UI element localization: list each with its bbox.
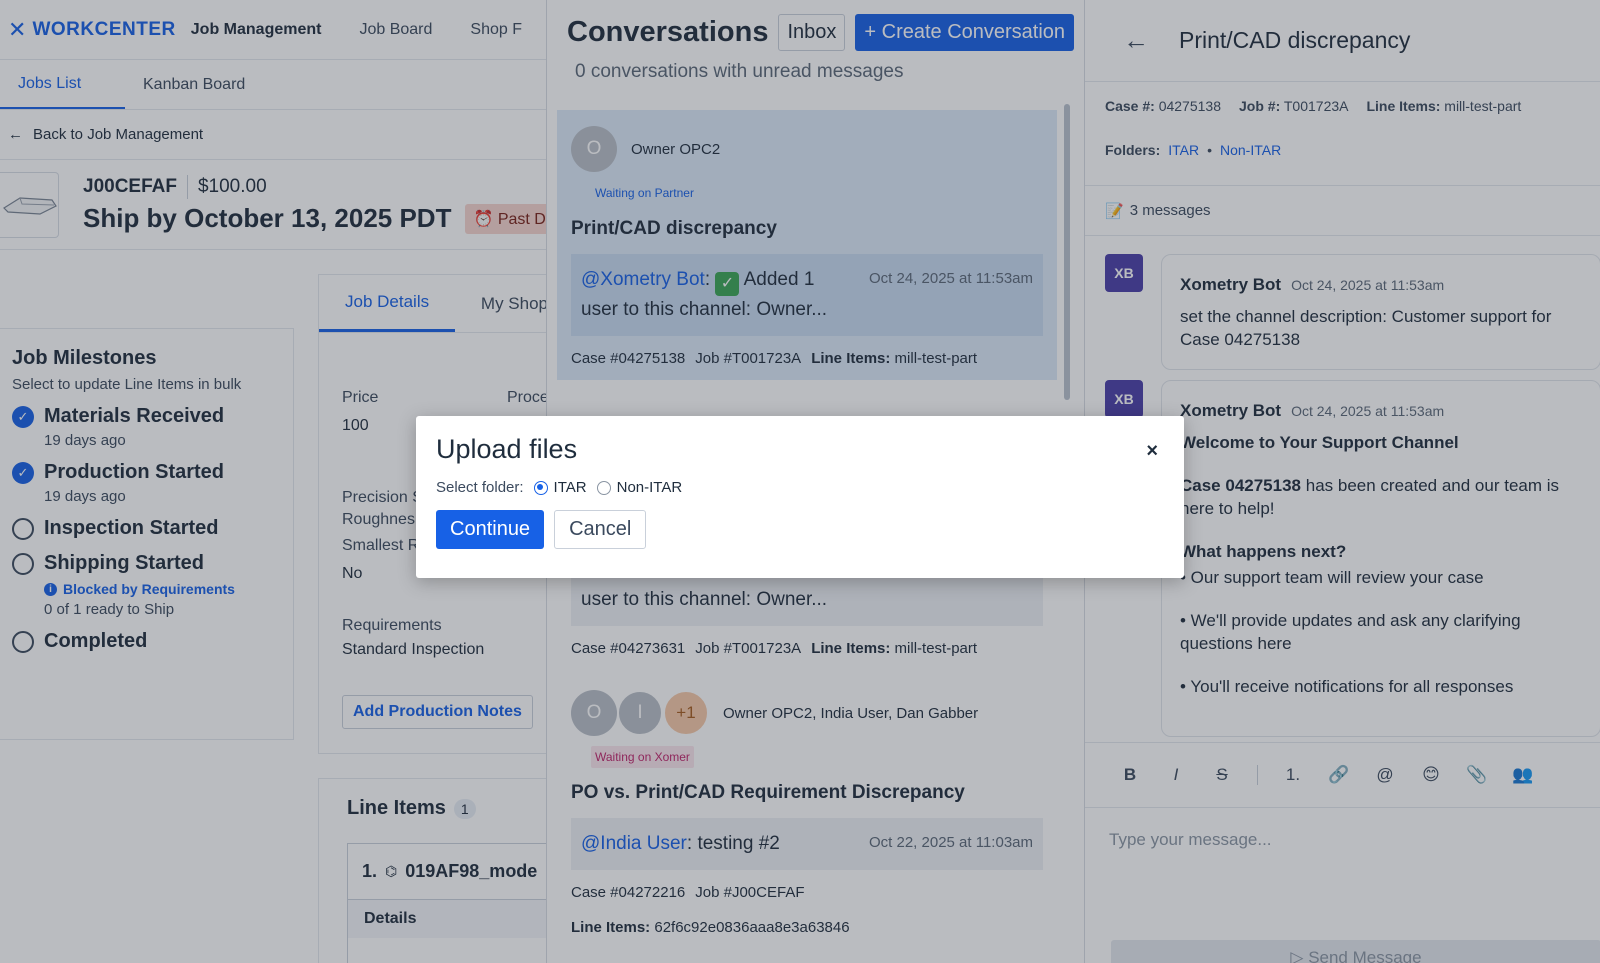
close-icon[interactable]: × (1146, 440, 1158, 463)
folder-selector: Select folder: ITAR Non-ITAR (436, 479, 1164, 496)
continue-button[interactable]: Continue (436, 510, 545, 549)
radio-unselected-icon (596, 480, 611, 495)
radio-label: Non-ITAR (616, 479, 683, 496)
radio-non-itar[interactable]: Non-ITAR (596, 479, 683, 496)
dialog-title: Upload files (436, 434, 578, 464)
upload-files-dialog: Upload files × Select folder: ITAR Non-I… (416, 416, 1184, 578)
folder-label: Select folder: (436, 479, 524, 496)
radio-itar[interactable]: ITAR (533, 479, 587, 496)
dialog-actions: Continue Cancel (436, 510, 1164, 549)
radio-label: ITAR (553, 479, 587, 496)
radio-selected-icon (533, 480, 548, 495)
cancel-button[interactable]: Cancel (554, 510, 647, 549)
